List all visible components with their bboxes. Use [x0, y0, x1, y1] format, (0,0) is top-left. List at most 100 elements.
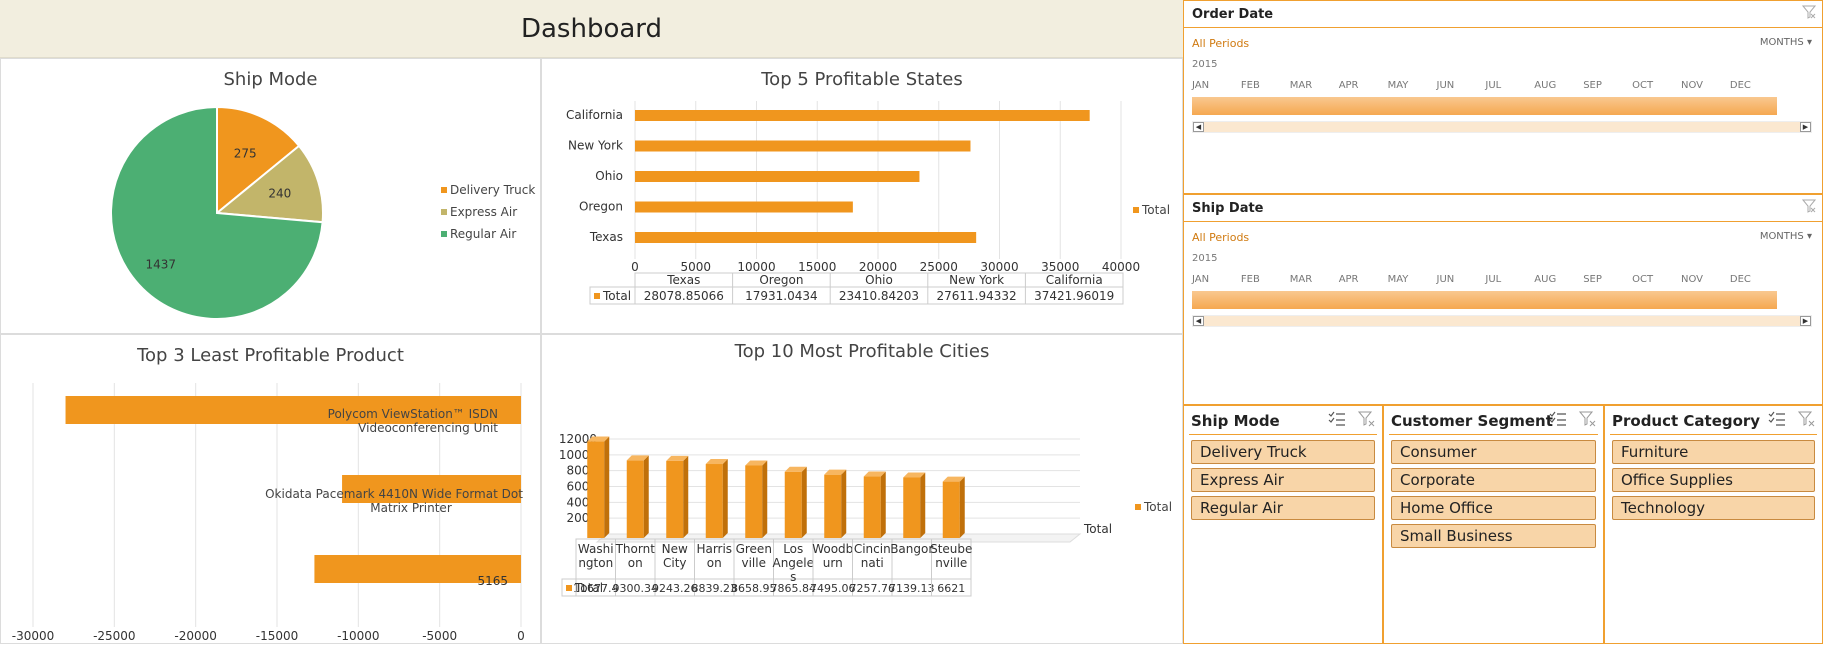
customer-segment-slicer[interactable]: Customer Segment Consumer Corporate Home… — [1383, 405, 1604, 644]
column[interactable] — [784, 471, 802, 538]
month-label[interactable]: APR — [1339, 274, 1359, 285]
multi-select-icon[interactable] — [1328, 411, 1346, 427]
month-label[interactable]: MAY — [1388, 80, 1409, 91]
legend-swatch — [441, 187, 447, 193]
multi-select-icon[interactable] — [1549, 411, 1567, 427]
x-tick-label: -5000 — [422, 629, 457, 643]
column[interactable] — [626, 460, 644, 538]
order-date-period: All Periods — [1192, 37, 1250, 50]
month-label[interactable]: DEC — [1730, 274, 1751, 285]
scroll-left-icon[interactable]: ◀ — [1193, 316, 1204, 326]
slicer-item-express-air[interactable]: Express Air — [1191, 468, 1375, 492]
slicer-item-office-supplies[interactable]: Office Supplies — [1612, 468, 1815, 492]
month-label[interactable]: FEB — [1241, 80, 1260, 91]
multi-select-icon[interactable] — [1768, 411, 1786, 427]
column[interactable] — [705, 464, 723, 538]
month-label[interactable]: OCT — [1632, 274, 1653, 285]
ship-mode-slicer[interactable]: Ship Mode Delivery Truck Express Air Reg… — [1183, 405, 1383, 644]
clear-filter-icon[interactable] — [1802, 199, 1816, 213]
clear-filter-icon[interactable] — [1798, 411, 1816, 427]
month-label[interactable]: JUL — [1485, 80, 1501, 91]
month-label[interactable]: APR — [1339, 80, 1359, 91]
scroll-left-icon[interactable]: ◀ — [1193, 122, 1204, 132]
slicer-item-small-business[interactable]: Small Business — [1391, 524, 1596, 548]
ship-date-range-bar[interactable] — [1192, 291, 1777, 309]
category-label: Thornt on — [615, 542, 656, 570]
column[interactable] — [666, 460, 684, 538]
table-cell: 23410.84203 — [839, 289, 919, 303]
product-category-slicer[interactable]: Product Category Furniture Office Suppli… — [1604, 405, 1823, 644]
column[interactable] — [903, 477, 921, 538]
ship-date-timeline[interactable]: Ship Date All Periods MONTHS ▾ 2015 JAN F… — [1183, 194, 1823, 405]
products-chart[interactable]: Top 3 Least Profitable Product -30000 -25… — [0, 334, 541, 644]
slicer-item-consumer[interactable]: Consumer — [1391, 440, 1596, 464]
month-label[interactable]: OCT — [1632, 80, 1653, 91]
month-label[interactable]: SEP — [1583, 274, 1602, 285]
column[interactable] — [863, 476, 881, 538]
column[interactable] — [942, 481, 960, 538]
bar[interactable] — [635, 140, 971, 152]
ship-mode-chart[interactable]: Ship Mode 275 240 1437 Delivery Truck Expres… — [0, 58, 541, 334]
product-category-slicer-title: Product Category — [1612, 412, 1761, 430]
x-tick-label: 25000 — [920, 260, 958, 274]
table-cell: 27611.94332 — [937, 289, 1017, 303]
month-label[interactable]: JUL — [1485, 274, 1501, 285]
month-label[interactable]: FEB — [1241, 274, 1260, 285]
month-label[interactable]: NOV — [1681, 80, 1703, 91]
order-date-level-select[interactable]: MONTHS ▾ — [1760, 37, 1812, 48]
order-date-scrollbar[interactable]: ◀ ▶ — [1192, 121, 1812, 133]
clear-filter-icon[interactable] — [1579, 411, 1597, 427]
states-chart[interactable]: Top 5 Profitable States 0 5000 10000 15000 2… — [541, 58, 1183, 334]
table-cell: 37421.96019 — [1034, 289, 1114, 303]
column-side — [920, 472, 926, 538]
column[interactable] — [587, 441, 605, 538]
slicer-divider — [1389, 434, 1598, 435]
order-date-timeline[interactable]: Order Date All Periods MONTHS ▾ 2015 JAN… — [1183, 0, 1823, 194]
month-label[interactable]: AUG — [1534, 274, 1556, 285]
column-side — [959, 476, 965, 538]
column-side — [722, 459, 728, 538]
category-label: Harris on — [696, 542, 732, 570]
slicer-item-corporate[interactable]: Corporate — [1391, 468, 1596, 492]
slicer-item-regular-air[interactable]: Regular Air — [1191, 496, 1375, 520]
bar[interactable] — [635, 232, 977, 243]
x-tick-label: 0 — [517, 629, 525, 643]
month-label[interactable]: SEP — [1583, 80, 1602, 91]
column[interactable] — [824, 474, 842, 538]
table-header: Texas — [666, 273, 700, 287]
table-cell: 7139.13 — [889, 582, 935, 595]
x-tick-label: 35000 — [1041, 260, 1079, 274]
order-date-months: JAN FEB MAR APR MAY JUN JUL AUG SEP OCT NOV DEC — [1192, 80, 1751, 94]
scroll-right-icon[interactable]: ▶ — [1800, 316, 1811, 326]
month-label[interactable]: MAR — [1290, 80, 1312, 91]
table-cell: 17931.0434 — [745, 289, 818, 303]
clear-filter-icon[interactable] — [1358, 411, 1376, 427]
month-label[interactable]: DEC — [1730, 80, 1751, 91]
month-label[interactable]: JUN — [1437, 80, 1455, 91]
month-label[interactable]: JAN — [1192, 274, 1209, 285]
bar[interactable] — [635, 201, 853, 213]
ship-date-scrollbar[interactable]: ◀ ▶ — [1192, 315, 1812, 327]
month-label[interactable]: MAY — [1388, 274, 1409, 285]
order-date-range-bar[interactable] — [1192, 97, 1777, 115]
ship-date-level-select[interactable]: MONTHS ▾ — [1760, 231, 1812, 242]
category-label: Los Angele s — [772, 542, 814, 584]
bar[interactable] — [635, 171, 920, 182]
clear-filter-icon[interactable] — [1802, 5, 1816, 19]
month-label[interactable]: JAN — [1192, 80, 1209, 91]
slicer-item-technology[interactable]: Technology — [1612, 496, 1815, 520]
column[interactable] — [745, 465, 763, 538]
month-label[interactable]: NOV — [1681, 274, 1703, 285]
slicer-item-home-office[interactable]: Home Office — [1391, 496, 1596, 520]
slicer-item-delivery-truck[interactable]: Delivery Truck — [1191, 440, 1375, 464]
month-label[interactable]: AUG — [1534, 80, 1556, 91]
category-label: Texas — [589, 230, 623, 244]
ship-mode-slicer-title: Ship Mode — [1191, 412, 1280, 430]
cities-chart[interactable]: Top 10 Most Profitable Cities 0200040006… — [541, 334, 1183, 644]
scroll-right-icon[interactable]: ▶ — [1800, 122, 1811, 132]
x-tick-label: 5000 — [680, 260, 711, 274]
slicer-item-furniture[interactable]: Furniture — [1612, 440, 1815, 464]
month-label[interactable]: MAR — [1290, 274, 1312, 285]
month-label[interactable]: JUN — [1437, 274, 1455, 285]
bar[interactable] — [635, 110, 1090, 121]
